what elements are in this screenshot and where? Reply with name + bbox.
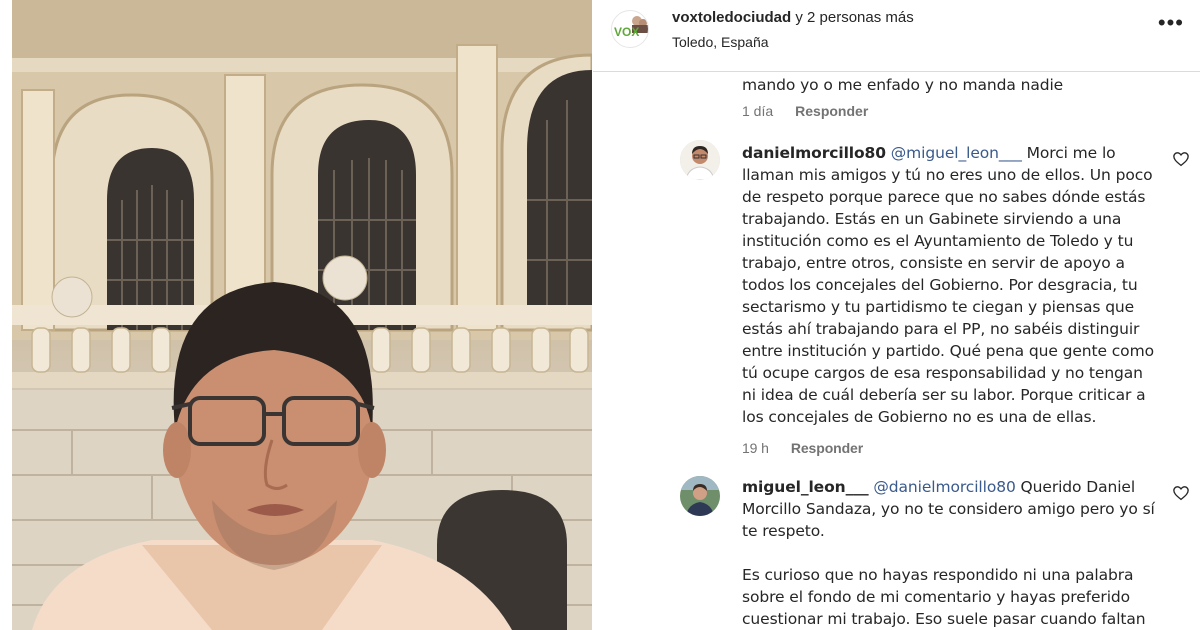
commenter-avatar[interactable] [680, 476, 720, 516]
comment-time: 19 h [742, 440, 769, 456]
comment-text-line [742, 542, 1192, 564]
comment-text-line: todos los concejales del Gobierno. Por d… [742, 276, 1138, 294]
comment-meta: 1 día Responder [742, 103, 1192, 119]
post-media[interactable] [12, 0, 592, 630]
commenter-avatar-image [680, 140, 720, 180]
post-authors: voxtoledociudad y 2 personas más [672, 9, 914, 26]
comment-username[interactable]: miguel_leon___ [742, 478, 869, 496]
comment-text-line: los concejales de Gobierno no es una de … [742, 408, 1097, 426]
comment-username[interactable]: danielmorcillo80 [742, 144, 886, 162]
comment-mention[interactable]: @miguel_leon___ [891, 144, 1022, 162]
vox-logo-text: VOX [614, 25, 640, 39]
comment-body: danielmorcillo80 @miguel_leon___ Morci m… [742, 142, 1192, 459]
reply-button[interactable]: Responder [795, 103, 868, 119]
post-header: VOX voxtoledociudad y 2 personas más Tol… [593, 0, 1200, 72]
comment-text-line: sectarismo y tu partidismo te ciegan y p… [742, 298, 1135, 316]
comment-text-line: trabajando. Estás en un Gabinete sirvien… [742, 210, 1122, 228]
post-location[interactable]: Toledo, España [672, 34, 769, 50]
comment-text-line: ni idea de cuál debería ser su labor. Po… [742, 386, 1146, 404]
comment-text-line: Es curioso que no hayas respondido ni un… [742, 566, 1134, 584]
comment-time: 1 día [742, 103, 774, 119]
reply-button[interactable]: Responder [791, 440, 863, 456]
post-photo [12, 0, 592, 630]
like-heart-icon[interactable] [1172, 484, 1190, 502]
comment-text-line: Morci me lo [1021, 144, 1116, 162]
comment-text-line: te respeto. [742, 522, 825, 540]
comment-text-line: cuestionar mi trabajo. Eso suele pasar c… [742, 610, 1146, 628]
comment-text-line: Morcillo Sandaza, yo no te considero ami… [742, 500, 1155, 518]
commenter-avatar[interactable] [680, 140, 720, 180]
comment-text-line: tú ocupe cargos de esa responsabilidad y… [742, 364, 1143, 382]
comment-text-line: sobre el fondo de mi comentario y hayas … [742, 588, 1131, 606]
comment-text-line: trabajo, entre otros, consiste en servir… [742, 254, 1125, 272]
more-options-button[interactable]: ••• [1158, 10, 1184, 36]
comment-text: mando yo o me enfado y no manda nadie [742, 76, 1064, 94]
comment-meta: 19 h Responder [742, 437, 1192, 459]
comment-body: miguel_leon___ @danielmorcillo80 Querido… [742, 476, 1192, 630]
like-heart-icon[interactable] [1172, 150, 1190, 168]
comment-text-line: institución como es el Ayuntamiento de T… [742, 232, 1134, 250]
comment-item: mando yo o me enfado y no manda nadie 1 … [742, 74, 1192, 119]
comment-mention[interactable]: @danielmorcillo80 [873, 478, 1015, 496]
commenter-avatar-image [680, 476, 720, 516]
comment-text-line: de respeto porque parece que no sabes dó… [742, 188, 1146, 206]
comment-text-line: Querido Daniel [1015, 478, 1136, 496]
author-suffix[interactable]: y 2 personas más [791, 9, 913, 26]
comments-panel: VOX voxtoledociudad y 2 personas más Tol… [593, 0, 1200, 630]
comment-text-line: estás ahí trabajando para el PP, no sabé… [742, 320, 1140, 338]
author-avatar[interactable]: VOX [611, 10, 649, 48]
author-username[interactable]: voxtoledociudad [672, 9, 791, 26]
comment-text-line: entre institución y partido. Qué pena qu… [742, 342, 1154, 360]
comment-text-line: llaman mis amigos y tú no eres uno de el… [742, 166, 1153, 184]
